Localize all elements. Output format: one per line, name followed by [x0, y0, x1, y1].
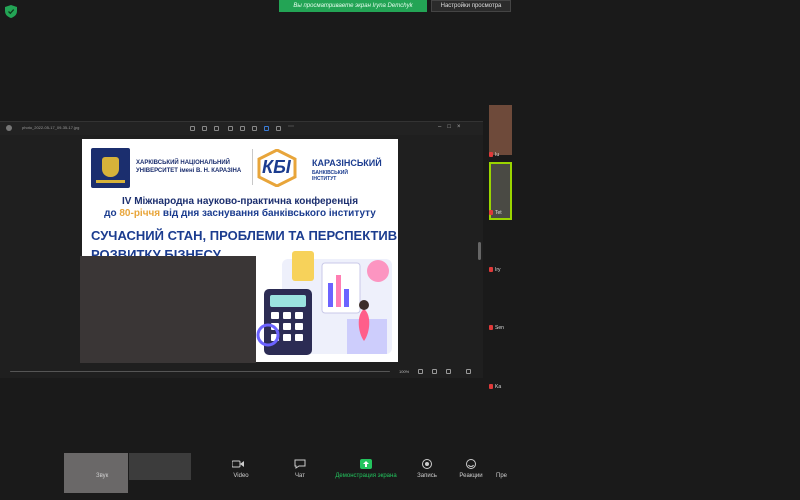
favorite-icon[interactable] — [240, 126, 245, 131]
participant-label-3: Iry — [489, 267, 501, 273]
kbi-logo-text: КБІ — [262, 157, 291, 177]
redacted-area — [80, 256, 256, 363]
audio-button[interactable]: Звук — [96, 473, 108, 479]
participant-label-2: Tet — [489, 210, 502, 216]
more-button[interactable]: Пре — [496, 473, 507, 479]
info-icon[interactable] — [446, 369, 451, 374]
mic-muted-icon — [489, 325, 493, 331]
photos-app-icon — [6, 125, 12, 131]
conference-line2-post: від дня заснування банківського інститут… — [160, 208, 376, 219]
university-name-line2: УНІВЕРСИТЕТ імені В. Н. КАРАЗІНА — [136, 168, 242, 174]
mic-muted-icon — [489, 267, 493, 273]
reactions-smiley-icon — [466, 459, 476, 469]
university-crest-icon — [102, 157, 119, 177]
window-controls[interactable]: –□× — [438, 124, 466, 130]
draw-icon[interactable] — [276, 126, 281, 131]
slideshow-icon[interactable] — [432, 369, 437, 374]
participant-label-5: Ka — [489, 384, 501, 390]
fullscreen-icon[interactable] — [466, 369, 471, 374]
zoom-in-icon[interactable] — [190, 126, 195, 131]
fit-icon[interactable] — [418, 369, 423, 374]
reactions-label: Реакции — [459, 473, 483, 479]
institute-name-line3: ІНСТИТУТ — [312, 176, 337, 182]
record-button[interactable]: Запись — [414, 459, 440, 479]
conference-title-line2: до 80-річчя від дня заснування банківськ… — [82, 208, 398, 219]
conference-anniversary: 80-річчя — [119, 208, 161, 219]
zoom-level[interactable]: 100% — [399, 369, 409, 374]
window-bottom-bar: 100% — [0, 365, 483, 378]
mic-muted-icon — [489, 384, 493, 390]
record-label: Запись — [417, 473, 437, 479]
viewing-banner: Вы просматриваете экран Iryna Demchyk — [279, 0, 427, 12]
encryption-shield-icon[interactable] — [5, 5, 17, 18]
more-options-icon[interactable]: ⋯ — [288, 123, 294, 130]
share-screen-icon — [360, 459, 372, 469]
header-divider — [252, 149, 253, 185]
share-icon[interactable] — [264, 126, 269, 131]
delete-icon[interactable] — [228, 126, 233, 131]
mic-muted-icon — [489, 210, 493, 216]
chat-label: Чат — [295, 473, 305, 479]
video-label: Video — [233, 473, 249, 479]
finance-illustration — [256, 251, 392, 355]
participant-panel: Iu Tet Iry Sen Ka — [489, 100, 512, 400]
chat-icon — [294, 459, 306, 469]
redacted-area — [129, 453, 191, 480]
university-name-line1: ХАРКІВСЬКИЙ НАЦІОНАЛЬНИЙ — [136, 160, 230, 166]
institute-name-line1: КАРАЗІНСЬКИЙ — [312, 158, 382, 168]
more-label: Пре — [496, 473, 507, 479]
crop-icon[interactable] — [214, 126, 219, 131]
share-label: Демонстрация экрана — [335, 473, 397, 479]
conference-line2-pre: до — [104, 208, 120, 219]
edit-icon[interactable] — [252, 126, 257, 131]
record-icon — [422, 459, 432, 469]
window-title-bar: photo_2022-05-17_09-35-17.jpg ⋯ –□× — [0, 122, 483, 135]
video-button[interactable]: Video — [224, 460, 258, 479]
university-logo-band — [96, 180, 125, 183]
filmstrip-track — [10, 371, 390, 372]
window-title: photo_2022-05-17_09-35-17.jpg — [22, 125, 80, 130]
video-camera-icon — [232, 460, 244, 468]
reactions-button[interactable]: Реакции — [457, 459, 485, 479]
chat-button[interactable]: Чат — [290, 459, 310, 479]
scrollbar[interactable] — [478, 242, 481, 260]
university-logo — [91, 148, 130, 188]
conference-title-line1: IV Міжнародна науково-практична конферен… — [121, 196, 359, 207]
rotate-icon[interactable] — [202, 126, 207, 131]
share-screen-button[interactable]: Демонстрация экрана — [331, 459, 401, 479]
participant-label-4: Sen — [489, 325, 504, 331]
participant-video-1[interactable] — [489, 105, 512, 155]
participant-label-1: Iu — [489, 152, 499, 158]
mic-muted-icon — [489, 152, 493, 158]
theme-line1: СУЧАСНИЙ СТАН, ПРОБЛЕМИ ТА ПЕРСПЕКТИВИ — [91, 228, 398, 243]
audio-label: Звук — [96, 473, 109, 479]
view-options-button[interactable]: Настройки просмотра — [431, 0, 511, 12]
